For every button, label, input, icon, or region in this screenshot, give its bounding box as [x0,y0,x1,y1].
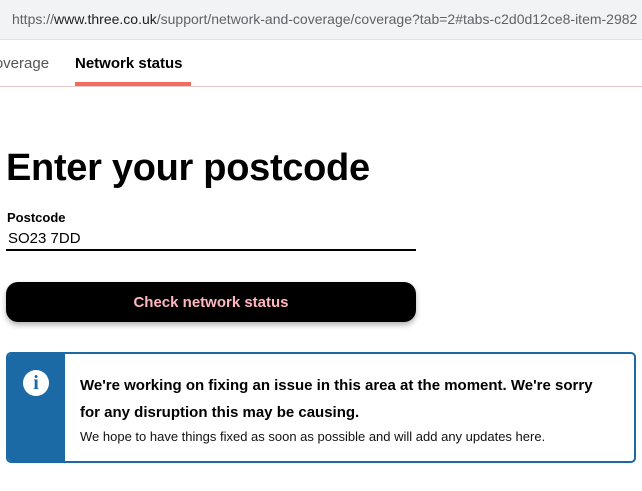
url-text[interactable]: https://www.three.co.uk/support/network-… [12,11,637,27]
tab-coverage[interactable]: Coverage [0,55,49,72]
service-alert: i We're working on fixing an issue in th… [6,352,636,463]
postcode-label: Postcode [7,210,66,225]
postcode-input[interactable] [6,228,416,251]
url-path: /support/network-and-coverage/coverage?t… [156,11,638,27]
info-icon: i [23,370,49,396]
tab-network-status[interactable]: Network status [75,55,183,72]
alert-body: We hope to have things fixed as soon as … [80,429,546,444]
check-network-status-button[interactable]: Check network status [6,282,416,322]
url-host: www.three.co.uk [54,11,157,27]
active-tab-indicator [75,82,191,86]
address-bar[interactable]: https://www.three.co.uk/support/network-… [0,0,642,40]
tab-bar: Coverage Network status [0,40,642,87]
url-prefix: https:// [12,11,55,27]
alert-sidebar: i [8,354,65,461]
page-title: Enter your postcode [6,147,370,189]
alert-title: We're working on fixing an issue in this… [80,377,593,421]
